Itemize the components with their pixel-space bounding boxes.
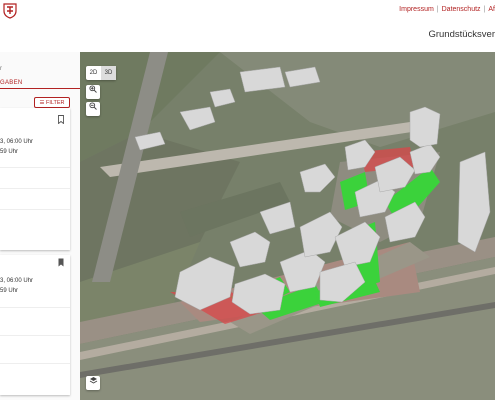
view-mode-toggle: 2D 3D [86, 66, 116, 80]
city-crest-logo[interactable] [2, 3, 18, 19]
bookmark-icon[interactable] [58, 115, 64, 124]
zoom-out-icon [89, 102, 97, 110]
tab-active-label[interactable]: GABEN [0, 80, 23, 86]
header-links: Impressum | Datenschutz | Af [399, 6, 495, 13]
top-bar: Impressum | Datenschutz | Af [0, 0, 495, 22]
datenschutz-link[interactable]: Datenschutz [442, 6, 481, 13]
card-divider [0, 363, 70, 364]
layers-button[interactable] [86, 376, 100, 390]
card-date-start: 3, 06:00 Uhr [0, 139, 34, 145]
card-divider [0, 167, 70, 168]
card-divider [0, 307, 70, 308]
tender-card[interactable]: 3, 06:00 Uhr 59 Uhr [0, 108, 70, 250]
filter-button[interactable]: ☰ FILTER [34, 97, 70, 108]
layers-icon [89, 377, 97, 384]
map-3d-view[interactable]: 2D 3D [80, 52, 495, 400]
zoom-in-button[interactable] [86, 85, 100, 99]
zoom-in-icon [89, 85, 97, 93]
card-date-end: 59 Uhr [0, 149, 19, 155]
card-date-end: 59 Uhr [0, 288, 19, 294]
card-divider [0, 335, 70, 336]
page-title: Grundstücksver [428, 29, 495, 40]
card-date-start: 3, 06:00 Uhr [0, 278, 34, 284]
card-divider [0, 209, 70, 210]
sidebar-tabs: r GABEN [0, 60, 80, 89]
tender-card[interactable]: 3, 06:00 Uhr 59 Uhr [0, 255, 70, 395]
toggle-2d-button[interactable]: 2D [86, 66, 101, 80]
zoom-out-button[interactable] [86, 102, 100, 116]
aerial-map-canvas[interactable] [80, 52, 495, 400]
card-divider [0, 188, 70, 189]
bookmark-filled-icon[interactable] [58, 258, 64, 267]
third-header-link[interactable]: Af [488, 6, 495, 13]
filter-label: FILTER [45, 100, 65, 106]
toggle-3d-button[interactable]: 3D [101, 66, 116, 80]
impressum-link[interactable]: Impressum [399, 6, 434, 13]
tab-label-top[interactable]: r [0, 66, 2, 72]
